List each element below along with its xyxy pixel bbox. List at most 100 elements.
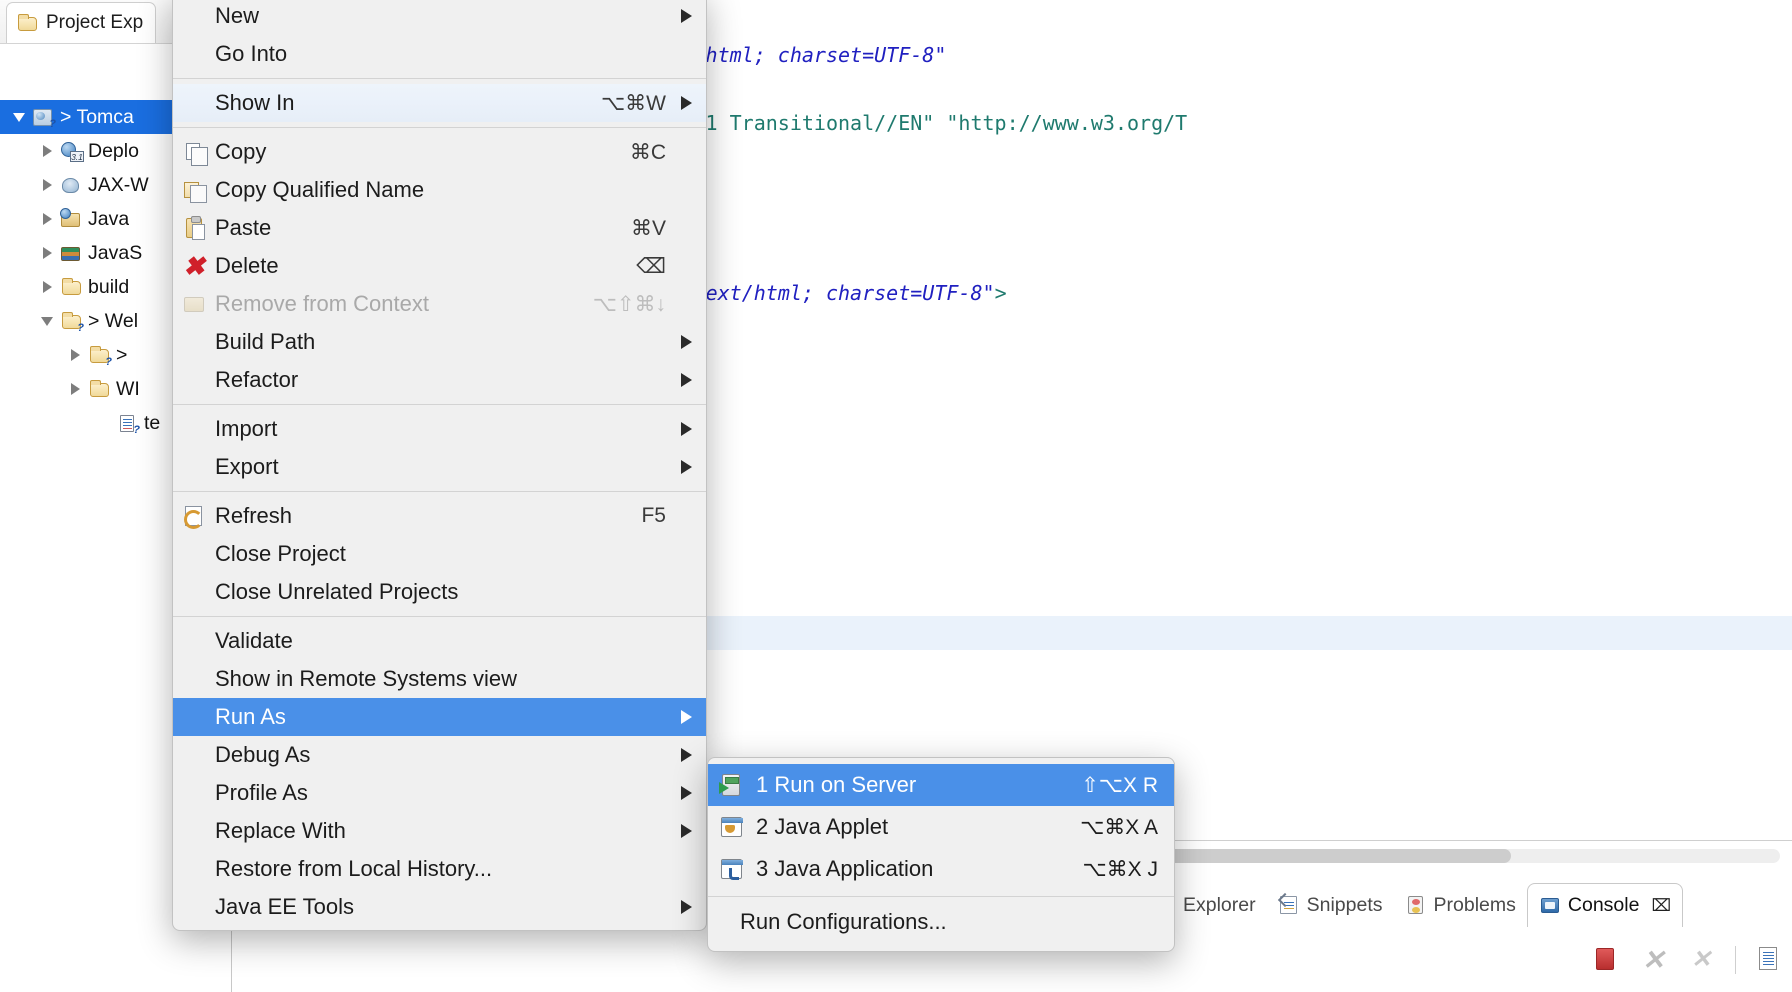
menu-item-label: Close Project (215, 541, 666, 567)
menu-item[interactable]: Java EE Tools (173, 888, 706, 926)
web-project-icon: ? (33, 107, 55, 127)
menu-separator (173, 78, 706, 79)
menu-item-label: Export (215, 454, 666, 480)
menu-item-shortcut: ⌥⇧⌘↓ (593, 292, 666, 317)
menu-item-shortcut: F5 (641, 504, 666, 528)
menu-item[interactable]: RefreshF5 (173, 497, 706, 535)
menu-separator (173, 491, 706, 492)
menu-item-label: Profile As (215, 780, 666, 806)
menu-item[interactable]: Refactor (173, 361, 706, 399)
chevron-right-icon[interactable] (38, 247, 56, 259)
toolbar-separator (1735, 946, 1736, 974)
eclipse-ide-window: Project Exp ?> Tomca3.1DeploJAX-WJavaJav… (0, 0, 1792, 992)
chevron-right-icon[interactable] (38, 179, 56, 191)
menu-item[interactable]: Validate (173, 622, 706, 660)
folder-question-icon: ? (89, 345, 111, 365)
snippets-icon (1278, 895, 1300, 915)
submenu-arrow-icon (666, 96, 692, 110)
submenu-arrow-icon (666, 824, 692, 838)
menu-item[interactable]: Close Unrelated Projects (173, 573, 706, 611)
chevron-right-icon[interactable] (38, 213, 56, 225)
folder-icon (89, 379, 111, 399)
tree-item-label: WI (116, 378, 140, 401)
submenu-item[interactable]: Run Configurations... (708, 901, 1174, 943)
run-on-server-icon (720, 774, 744, 796)
menu-item[interactable]: Import (173, 410, 706, 448)
menu-item[interactable]: Debug As (173, 736, 706, 774)
menu-item-shortcut: ⌥⌘W (601, 91, 666, 116)
tree-item-label: Deplo (88, 140, 139, 163)
menu-item[interactable]: Copy⌘C (173, 133, 706, 171)
menu-item[interactable]: Copy Qualified Name (173, 171, 706, 209)
menu-separator (173, 404, 706, 405)
submenu-arrow-icon (666, 786, 692, 800)
menu-item[interactable]: Go Into (173, 35, 706, 73)
menu-item[interactable]: Export (173, 448, 706, 486)
project-explorer-icon (17, 13, 39, 33)
run-as-submenu[interactable]: 1 Run on Server⇧⌥X R2 Java Applet⌥⌘X A3 … (707, 757, 1175, 952)
submenu-item[interactable]: 3 Java Application⌥⌘X J (708, 848, 1174, 890)
stop-icon[interactable] (1591, 945, 1621, 975)
view-tab[interactable]: Console⌧ (1527, 883, 1683, 927)
menu-item[interactable]: Show In⌥⌘W (173, 84, 706, 122)
menu-item[interactable]: New (173, 0, 706, 35)
tab-project-explorer[interactable]: Project Exp (6, 2, 156, 43)
view-tab-label: Snippets (1307, 894, 1383, 917)
menu-item[interactable]: Build Path (173, 323, 706, 361)
menu-item-label: Copy Qualified Name (215, 177, 666, 203)
menu-item[interactable]: ✖ Delete ⌫ (173, 247, 706, 285)
submenu-arrow-icon (666, 900, 692, 914)
editor-horizontal-scrollbar[interactable] (1072, 849, 1780, 863)
menu-item[interactable]: Show in Remote Systems view (173, 660, 706, 698)
chevron-right-icon[interactable] (38, 281, 56, 293)
remove-launch-icon[interactable]: ✕ (1639, 945, 1669, 975)
chevron-right-icon[interactable] (66, 383, 84, 395)
project-context-menu[interactable]: New Go Into Show In⌥⌘W Copy⌘C Copy Qualified… (172, 0, 707, 931)
view-tab[interactable]: Explorer (1172, 883, 1267, 927)
tree-item-label: > Wel (88, 310, 138, 333)
close-icon[interactable]: ⌧ (1651, 896, 1671, 916)
view-tab-label: Problems (1434, 894, 1516, 917)
submenu-item[interactable]: 1 Run on Server⇧⌥X R (708, 764, 1174, 806)
menu-item-label: Build Path (215, 329, 666, 355)
menu-separator (173, 616, 706, 617)
open-console-icon[interactable] (1754, 945, 1784, 975)
menu-item-label: Debug As (215, 742, 666, 768)
console-toolbar[interactable]: ✕ ✕ (1591, 937, 1784, 983)
menu-item[interactable]: Replace With (173, 812, 706, 850)
remove-all-launches-icon[interactable]: ✕ (1687, 945, 1717, 975)
submenu-item-label: Run Configurations... (740, 909, 1158, 935)
submenu-item-label: 1 Run on Server (756, 772, 1065, 798)
copy-icon (183, 142, 205, 163)
menu-item[interactable]: Close Project (173, 535, 706, 573)
submenu-arrow-icon (666, 335, 692, 349)
chevron-right-icon[interactable] (38, 145, 56, 157)
menu-item-shortcut: ⌫ (636, 254, 666, 279)
chevron-right-icon[interactable] (66, 349, 84, 361)
menu-item[interactable]: Restore from Local History... (173, 850, 706, 888)
submenu-item-shortcut: ⌥⌘X A (1080, 815, 1158, 840)
submenu-arrow-icon (666, 9, 692, 23)
view-tab[interactable]: Snippets (1267, 883, 1394, 927)
refresh-icon (183, 506, 205, 527)
view-tab[interactable]: Problems (1394, 883, 1527, 927)
submenu-arrow-icon (666, 710, 692, 724)
folder-icon (61, 277, 83, 297)
menu-item-label: Import (215, 416, 666, 442)
chevron-down-icon[interactable] (38, 317, 56, 326)
problems-icon (1405, 895, 1427, 915)
code-token: "http://www.w3.org/T (946, 111, 1187, 135)
submenu-item[interactable]: 2 Java Applet⌥⌘X A (708, 806, 1174, 848)
menu-item[interactable]: Profile As (173, 774, 706, 812)
chevron-down-icon[interactable] (10, 113, 28, 122)
menu-item-label: Replace With (215, 818, 666, 844)
tree-item-label: JavaS (88, 242, 142, 265)
tab-project-explorer-label: Project Exp (46, 12, 143, 34)
javascript-resources-icon (61, 243, 83, 263)
delete-icon: ✖ (183, 256, 205, 277)
menu-item-label: Delete (215, 253, 618, 279)
menu-item[interactable]: Paste⌘V (173, 209, 706, 247)
folder-question-icon: ? (61, 311, 83, 331)
menu-item[interactable]: Run As (173, 698, 706, 736)
menu-item-label: Go Into (215, 41, 666, 67)
